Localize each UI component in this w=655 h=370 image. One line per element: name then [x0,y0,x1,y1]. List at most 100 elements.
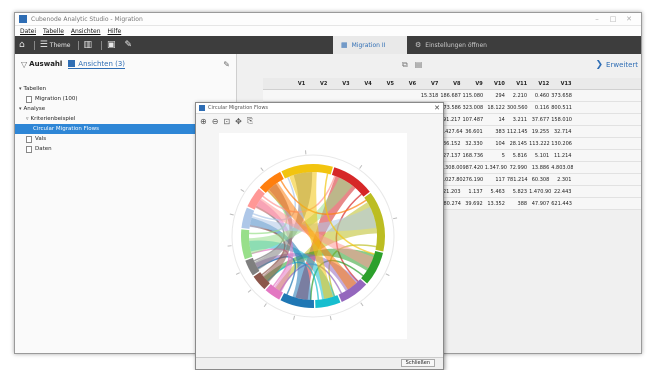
pan-icon[interactable]: ✥ [235,117,242,126]
column-header[interactable]: V11 [507,81,529,87]
table-cell[interactable]: 5.823 [507,189,529,195]
menu-item-ansichten[interactable]: Ansichten [71,28,101,35]
table-cell[interactable]: 22.443 [551,189,573,195]
table-cell[interactable]: 383 [485,129,507,135]
vertical-scrollbar[interactable] [200,133,208,339]
table-cell[interactable]: 2.210 [507,93,529,99]
segment-tick [329,316,332,321]
table-cell[interactable]: 32.714 [551,129,573,135]
menu-item-datei[interactable]: Datei [20,28,36,35]
grid-button[interactable]: ▥ [84,40,95,50]
table-cell[interactable]: 104 [485,141,507,147]
table-cell[interactable]: 3.211 [507,117,529,123]
column-header[interactable]: V1 [285,81,307,87]
column-header[interactable]: V6 [396,81,418,87]
table-cell[interactable]: 168.736 [463,153,485,159]
table-cell[interactable]: 60.308 [529,177,551,183]
table-cell[interactable]: 158.010 [551,117,573,123]
close-button[interactable]: Schließen [400,359,435,367]
minimize-icon[interactable]: – [589,15,605,23]
table-cell[interactable]: 5 [485,153,507,159]
table-cell[interactable]: 13.886 [529,165,551,171]
fit-icon[interactable]: ⊡ [223,117,230,126]
close-icon[interactable]: ✕ [434,104,440,112]
table-cell[interactable]: 72.990 [507,165,529,171]
home-button[interactable]: ⌂ [19,40,27,50]
chevron-down-icon[interactable]: ▿ [26,116,29,122]
table-cell[interactable]: 47.907 [529,201,551,207]
table-cell[interactable]: 15.318 [418,93,440,99]
table-cell[interactable]: 5.101 [529,153,551,159]
table-cell[interactable]: 14 [485,117,507,123]
table-cell[interactable]: 28.145 [507,141,529,147]
table-cell[interactable]: 987.420 [463,165,485,171]
table-cell[interactable]: 621.443 [551,201,573,207]
sidebar-header: ▽ Auswahl Ansichten (3) ✎ [15,54,236,74]
column-header[interactable]: V13 [551,81,573,87]
table-cell[interactable]: 107.487 [463,117,485,123]
table-row[interactable]: 15.318 186.687 115.080 294 2.210 0.460 373.658 [263,90,641,102]
menu-item-tabelle[interactable]: Tabelle [43,28,64,35]
theme-button[interactable]: ☰ Theme [40,40,71,50]
chevron-down-icon[interactable]: ▾ [19,106,22,112]
table-cell[interactable]: 294 [485,93,507,99]
maximize-icon[interactable]: □ [605,15,621,23]
column-header[interactable]: V2 [307,81,329,87]
menu-item-hilfe[interactable]: Hilfe [108,28,122,35]
tab-migration[interactable]: ▦ Migration II [333,36,407,54]
grid-icon[interactable]: ▤ [415,60,423,70]
table-cell[interactable]: 19.255 [529,129,551,135]
zoom-out-icon[interactable]: ⊖ [212,117,219,126]
table-cell[interactable]: 11.214 [551,153,573,159]
pin-icon[interactable]: ✎ [223,60,230,69]
table-cell[interactable]: 4.803.081 [551,165,573,171]
copy-icon[interactable]: ⧉ [402,60,408,70]
table-cell[interactable]: 18.122 [485,105,507,111]
table-cell[interactable]: 0.116 [529,105,551,111]
table-cell[interactable]: 1.137 [463,189,485,195]
table-cell[interactable]: 2.301 [551,177,573,183]
table-cell[interactable]: 323.008 [463,105,485,111]
table-cell[interactable]: 1.347.907 [485,165,507,171]
table-cell[interactable]: 373.658 [551,93,573,99]
table-cell[interactable]: 117 [485,177,507,183]
zoom-in-icon[interactable]: ⊕ [200,117,207,126]
table-cell[interactable]: 300.560 [507,105,529,111]
table-cell[interactable]: 32.330 [463,141,485,147]
table-cell[interactable]: 112.145 [507,129,529,135]
table-cell[interactable]: 388 [507,201,529,207]
table-cell[interactable]: 781.214 [507,177,529,183]
column-header[interactable]: V9 [463,81,485,87]
table-cell[interactable]: 800.511 [551,105,573,111]
save-button[interactable]: ▣ [107,40,118,50]
tab-settings[interactable]: ⚙ Einstellungen öffnen [407,36,495,54]
tree-item[interactable]: ▾ Tabellen [15,84,236,94]
table-cell[interactable]: 115.080 [463,93,485,99]
table-cell[interactable]: 13.352 [485,201,507,207]
expand-button[interactable]: ❯ Erweitert [596,60,639,70]
table-cell[interactable]: 39.692 [463,201,485,207]
edit-button[interactable]: ✎ [125,40,135,50]
filter-icon[interactable]: ▽ [21,60,27,69]
table-cell[interactable]: 1.470.901 [529,189,551,195]
table-cell[interactable]: 186.687 [440,93,462,99]
column-header[interactable]: V8 [440,81,462,87]
chevron-down-icon[interactable]: ▾ [19,86,22,92]
views-tab[interactable]: Ansichten (3) [68,60,126,69]
table-cell[interactable]: 130.206 [551,141,573,147]
table-cell[interactable]: 276.190 [463,177,485,183]
close-icon[interactable]: ✕ [621,15,637,23]
copy-icon[interactable]: ⎘ [247,116,253,126]
column-header[interactable]: V7 [418,81,440,87]
column-header[interactable]: V3 [329,81,351,87]
column-header[interactable]: V10 [485,81,507,87]
table-cell[interactable]: 36.601 [463,129,485,135]
table-cell[interactable]: 5.463 [485,189,507,195]
table-cell[interactable]: 5.816 [507,153,529,159]
column-header[interactable]: V5 [374,81,396,87]
table-cell[interactable]: 113.222 [529,141,551,147]
column-header[interactable]: V12 [529,81,551,87]
table-cell[interactable]: 37.677 [529,117,551,123]
table-cell[interactable]: 0.460 [529,93,551,99]
column-header[interactable]: V4 [352,81,374,87]
